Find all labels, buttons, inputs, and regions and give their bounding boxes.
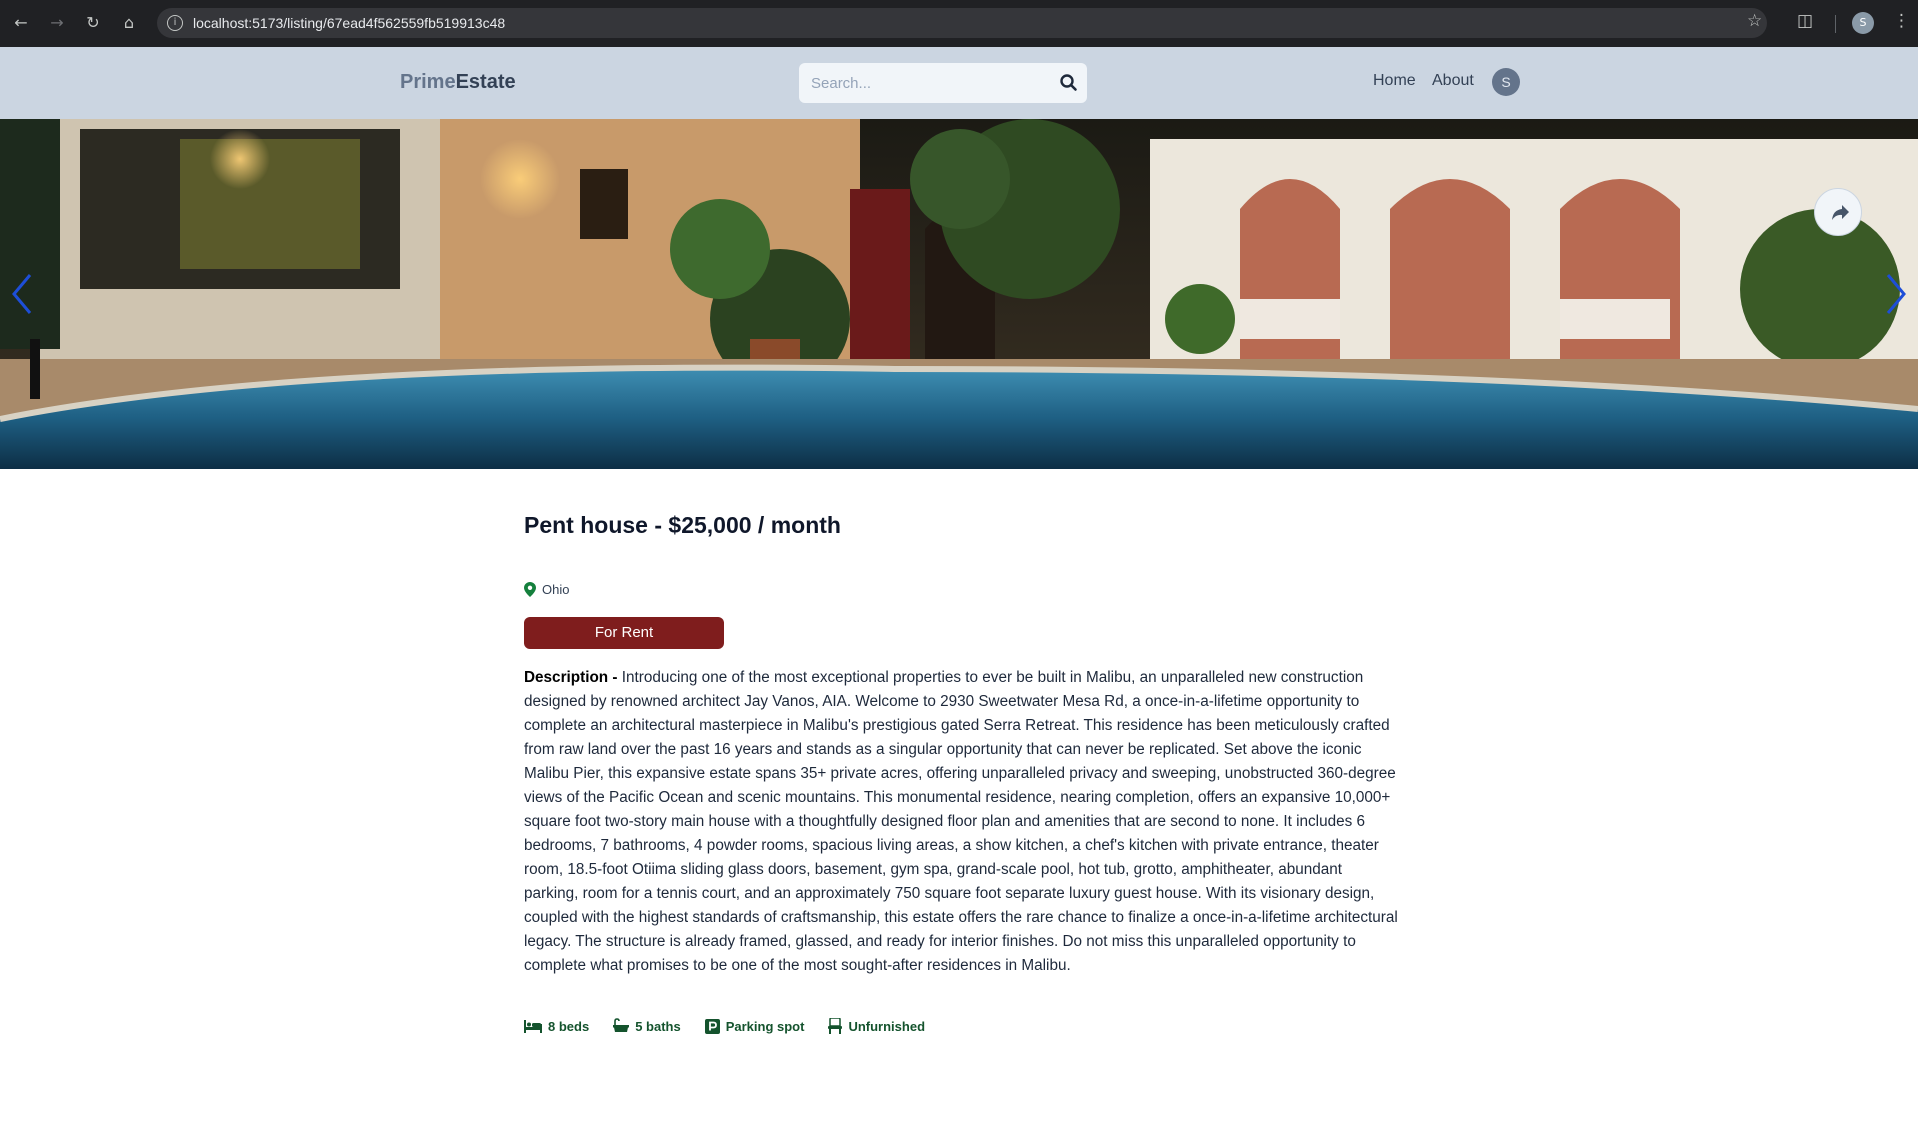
browser-chrome: ← → ↻ ⌂ i localhost:5173/listing/67ead4f… xyxy=(0,0,1918,47)
chair-icon xyxy=(828,1018,843,1034)
search-form xyxy=(799,63,1087,103)
bath-icon xyxy=(613,1018,630,1032)
description-text: Introducing one of the most exceptional … xyxy=(524,669,1398,974)
listing-location: Ohio xyxy=(524,582,569,597)
bed-icon xyxy=(524,1020,542,1033)
home-icon[interactable]: ⌂ xyxy=(118,12,140,34)
browser-profile-avatar[interactable]: S xyxy=(1852,12,1874,34)
listing-description: Description - Introducing one of the mos… xyxy=(524,666,1399,978)
share-button[interactable] xyxy=(1814,188,1862,236)
back-icon[interactable]: ← xyxy=(10,12,32,34)
nav-about-link[interactable]: About xyxy=(1432,72,1474,90)
listing-features: 8 beds 5 baths Parking spot Unfurnished xyxy=(524,1018,925,1034)
search-icon xyxy=(1060,74,1077,91)
feature-beds: 8 beds xyxy=(524,1018,589,1034)
user-avatar[interactable]: S xyxy=(1492,68,1520,96)
location-text: Ohio xyxy=(542,582,570,597)
toolbar-divider xyxy=(1835,15,1836,33)
address-bar[interactable]: i localhost:5173/listing/67ead4f562559fb… xyxy=(157,8,1767,38)
search-input[interactable] xyxy=(811,71,1051,95)
feature-baths: 5 baths xyxy=(613,1018,681,1034)
logo-part-estate: Estate xyxy=(455,71,516,93)
browser-menu-icon[interactable]: ⋮ xyxy=(1893,11,1910,31)
listing-photo xyxy=(0,119,1918,469)
logo-part-prime: Prime xyxy=(400,71,456,93)
search-button[interactable] xyxy=(1057,71,1081,95)
site-header: PrimeEstate Home About S xyxy=(0,47,1918,119)
feature-furnished: Unfurnished xyxy=(828,1018,925,1034)
parking-icon xyxy=(704,1018,720,1034)
site-logo[interactable]: PrimeEstate xyxy=(400,71,516,94)
carousel-prev-button[interactable] xyxy=(4,269,44,319)
baths-text: 5 baths xyxy=(635,1018,681,1034)
carousel-next-button[interactable] xyxy=(1874,269,1914,319)
listing-image-carousel xyxy=(0,119,1918,469)
feature-parking: Parking spot xyxy=(704,1018,805,1034)
nav-home-link[interactable]: Home xyxy=(1373,72,1416,90)
parking-text: Parking spot xyxy=(725,1018,805,1034)
chevron-left-icon xyxy=(12,274,32,314)
site-info-icon[interactable]: i xyxy=(167,15,183,31)
description-label: Description - xyxy=(524,669,622,686)
chevron-right-icon xyxy=(1886,274,1906,314)
reload-icon[interactable]: ↻ xyxy=(82,12,104,34)
url-text[interactable]: localhost:5173/listing/67ead4f562559fb51… xyxy=(193,15,505,31)
map-pin-icon xyxy=(524,582,536,597)
listing-type-badge: For Rent xyxy=(524,617,724,649)
furnished-text: Unfurnished xyxy=(848,1018,926,1034)
share-icon xyxy=(1832,205,1849,220)
listing-title: Pent house - $25,000 / month xyxy=(524,512,841,538)
forward-icon[interactable]: → xyxy=(46,12,68,34)
extensions-icon[interactable]: ◫ xyxy=(1797,11,1813,31)
beds-text: 8 beds xyxy=(548,1018,590,1034)
bookmark-star-icon[interactable]: ☆ xyxy=(1747,11,1762,31)
